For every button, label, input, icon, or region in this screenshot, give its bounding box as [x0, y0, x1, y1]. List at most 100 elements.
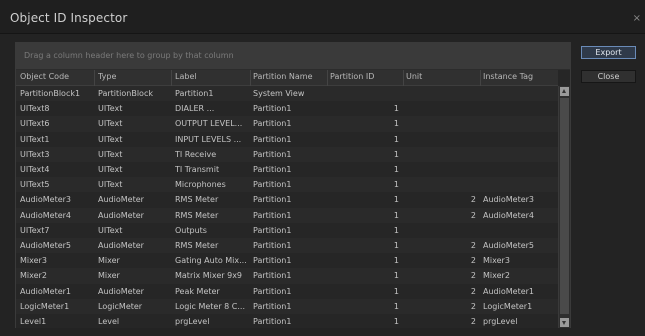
object-id-inspector-window: Object ID Inspector × Drag a column head… — [0, 0, 645, 336]
table-body: PartitionBlock1 PartitionBlock Partition1 S… — [16, 86, 558, 328]
cell-partition-name: Partition1 — [253, 301, 292, 311]
cell-partition-id: 1 — [393, 165, 399, 174]
column-header-unit[interactable]: Unit — [406, 72, 480, 81]
cell-partition-name: Partition1 — [253, 256, 292, 266]
cell-unit: 2 — [470, 241, 476, 250]
cell-type: AudioMeter — [98, 286, 144, 296]
cell-label: TI Receive — [175, 149, 217, 159]
group-by-panel[interactable]: Drag a column header here to group by th… — [16, 43, 570, 70]
cell-label: Gating Auto Mix... — [175, 256, 247, 266]
column-header-label[interactable]: Label — [175, 72, 249, 81]
cell-label: Microphones — [175, 180, 226, 190]
cell-label: Peak Meter — [175, 286, 220, 296]
column-header-instance-tag[interactable]: Instance Tag — [483, 72, 555, 81]
cell-object-code: Mixer2 — [20, 271, 47, 281]
close-icon[interactable]: × — [633, 13, 641, 24]
table-row[interactable]: UIText7 UIText Outputs Partition1 1 — [16, 222, 558, 239]
cell-object-code: UIText8 — [20, 104, 50, 114]
table-row[interactable]: AudioMeter4 AudioMeter RMS Meter Partition1… — [16, 207, 558, 224]
cell-partition-id: 1 — [393, 180, 399, 190]
title-bar: Object ID Inspector × — [0, 0, 645, 34]
cell-label: RMS Meter — [175, 195, 219, 205]
column-divider[interactable] — [94, 70, 95, 86]
table-row[interactable]: AudioMeter1 AudioMeter Peak Meter Partition… — [16, 283, 558, 300]
cell-object-code: UIText1 — [20, 134, 50, 144]
column-divider[interactable] — [480, 70, 481, 86]
cell-partition-name: Partition1 — [253, 180, 292, 190]
export-button[interactable]: Export — [581, 46, 636, 59]
cell-partition-name: Partition1 — [253, 149, 292, 159]
column-header-partition-id[interactable]: Partition ID — [330, 72, 404, 81]
table-row[interactable]: AudioMeter3 AudioMeter RMS Meter Partition1… — [16, 192, 558, 209]
cell-object-code: PartitionBlock1 — [20, 89, 81, 98]
cell-unit: 2 — [470, 210, 476, 220]
cell-partition-id: 1 — [393, 210, 399, 220]
cell-partition-name: Partition1 — [253, 286, 292, 296]
cell-partition-id: 1 — [393, 256, 399, 266]
cell-object-code: Level1 — [20, 317, 47, 326]
cell-partition-name: Partition1 — [253, 317, 292, 326]
cell-partition-name: Partition1 — [253, 104, 292, 114]
table-row[interactable]: UIText4 UIText TI Transmit Partition1 1 — [16, 162, 558, 178]
column-header-type[interactable]: Type — [98, 72, 168, 81]
column-header-partition-name[interactable]: Partition Name — [253, 72, 327, 81]
cell-object-code: AudioMeter4 — [20, 210, 71, 220]
cell-label: TI Transmit — [175, 165, 220, 174]
cell-partition-id: 1 — [393, 271, 399, 281]
cell-instance-tag: AudioMeter3 — [483, 195, 534, 205]
table-row[interactable]: AudioMeter5 AudioMeter RMS Meter Partition1… — [16, 238, 558, 254]
column-divider[interactable] — [250, 70, 251, 86]
table-row[interactable]: Mixer3 Mixer Gating Auto Mix... Partition1 1… — [16, 253, 558, 270]
cell-label: OUTPUT LEVEL... — [175, 119, 243, 129]
cell-instance-tag: Mixer2 — [483, 271, 510, 281]
cell-type: LogicMeter — [98, 301, 143, 311]
column-divider[interactable] — [171, 70, 172, 86]
cell-partition-id: 1 — [393, 241, 399, 250]
vertical-scrollbar[interactable] — [558, 86, 570, 328]
cell-type: Mixer — [98, 271, 120, 281]
scroll-up-icon[interactable] — [560, 87, 569, 96]
column-header-row: Object Code Type Label Partition Name Pa… — [16, 70, 558, 86]
cell-label: Outputs — [175, 225, 207, 235]
object-grid: Drag a column header here to group by th… — [15, 42, 571, 328]
cell-partition-id: 1 — [393, 225, 399, 235]
cell-object-code: AudioMeter5 — [20, 241, 71, 250]
cell-instance-tag: AudioMeter1 — [483, 286, 534, 296]
cell-object-code: UIText5 — [20, 180, 50, 190]
cell-partition-name: Partition1 — [253, 241, 292, 250]
column-header-object-code[interactable]: Object Code — [20, 72, 92, 81]
close-button[interactable]: Close — [581, 70, 636, 83]
cell-unit: 2 — [470, 317, 476, 326]
cell-partition-name: Partition1 — [253, 119, 292, 129]
cell-type: Level — [98, 317, 120, 326]
cell-partition-id: 1 — [393, 104, 399, 114]
table-row[interactable]: UIText8 UIText DIALER ... Partition1 1 — [16, 101, 558, 118]
cell-partition-name: Partition1 — [253, 165, 292, 174]
cell-object-code: AudioMeter3 — [20, 195, 71, 205]
cell-instance-tag: AudioMeter5 — [483, 241, 534, 250]
cell-type: UIText — [98, 149, 123, 159]
cell-unit: 2 — [470, 301, 476, 311]
cell-type: UIText — [98, 134, 123, 144]
cell-label: Logic Meter 8 C... — [175, 301, 246, 311]
scroll-down-icon[interactable] — [560, 318, 569, 327]
cell-object-code: LogicMeter1 — [20, 301, 70, 311]
cell-partition-name: Partition1 — [253, 225, 292, 235]
table-row[interactable]: PartitionBlock1 PartitionBlock Partition1 S… — [16, 86, 558, 102]
cell-type: AudioMeter — [98, 195, 144, 205]
cell-type: UIText — [98, 225, 123, 235]
cell-partition-name: System View — [253, 89, 305, 98]
column-divider[interactable] — [403, 70, 404, 86]
scrollbar-thumb[interactable] — [560, 98, 569, 314]
cell-instance-tag: prgLevel — [483, 317, 518, 326]
column-divider[interactable] — [327, 70, 328, 86]
table-row[interactable]: Mixer2 Mixer Matrix Mixer 9x9 Partition1 1 2 M… — [16, 268, 558, 285]
table-row[interactable]: UIText1 UIText INPUT LEVELS ... Partition1 1 — [16, 131, 558, 148]
table-row[interactable]: UIText5 UIText Microphones Partition1 1 — [16, 177, 558, 194]
cell-instance-tag: Mixer3 — [483, 256, 510, 266]
table-row[interactable]: UIText3 UIText TI Receive Partition1 1 — [16, 146, 558, 163]
table-row[interactable]: UIText6 UIText OUTPUT LEVEL... Partition1 1 — [16, 116, 558, 133]
table-row[interactable]: LogicMeter1 LogicMeter Logic Meter 8 C... P… — [16, 298, 558, 315]
cell-type: Mixer — [98, 256, 120, 266]
table-row[interactable]: Level1 Level prgLevel Partition1 1 2 prgLevel — [16, 314, 558, 328]
